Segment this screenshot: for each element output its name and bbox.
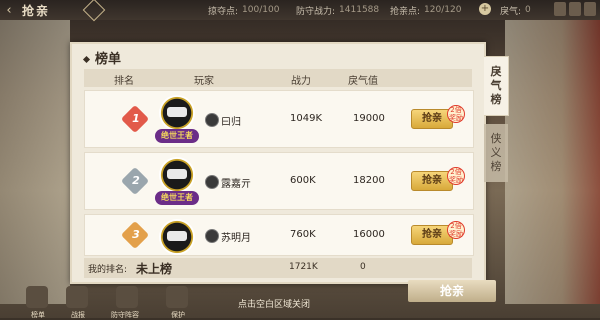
topbar-button[interactable] [584,2,596,16]
page-title: 抢亲 [22,3,51,18]
my-power: 1721K [289,262,318,272]
my-rank-value: 未上榜 [136,262,173,276]
grab-main-button[interactable]: 抢亲 [408,280,496,302]
tab-chivalry[interactable]: 侠义榜 [484,124,508,182]
column-header: 排名 玩家 战力 戾气值 [84,69,472,87]
table-row: 2 绝世王者 露嘉亓 600K 18200 抢亲 2倍奖励 [84,152,474,210]
title-tag: 绝世王者 [155,129,199,143]
bottom-label: 战报 [71,311,85,319]
double-reward-badge: 2倍奖励 [447,221,465,239]
leaderboard-icon[interactable] [26,286,48,308]
col-player: 玩家 [194,76,214,87]
plunder-points: 掠夺点: 100/100 [208,5,280,17]
battle-report-icon[interactable] [66,286,88,308]
topbar-buttons [554,2,596,16]
double-reward-badge: 2倍奖励 [447,167,465,185]
violence-value: 16000 [353,229,385,240]
power-value: 600K [290,175,316,186]
power-value: 1049K [290,113,323,124]
back-icon[interactable]: ‹ [0,0,18,20]
topbar-button[interactable] [554,2,566,16]
background-scroll-left [0,14,70,304]
leaderboard-panel: 榜单 排名 玩家 战力 戾气值 1 绝世王者 曰归 1049K 19000 抢亲… [70,42,486,284]
background-scroll-right [505,14,600,304]
top-bar: ‹ 抢亲 掠夺点: 100/100 防守战力: 1411588 抢亲点: 120/12… [0,0,600,22]
menu-diamond-icon[interactable] [82,0,106,22]
col-rank: 排名 [114,76,134,87]
violence-value: 19000 [353,113,385,124]
title-tag: 绝世王者 [155,191,199,205]
col-power: 战力 [291,76,311,87]
add-points-button[interactable]: + [479,3,491,15]
bottom-label: 榜单 [31,311,45,319]
player-icon [205,229,219,243]
defense-power: 防守战力: 1411588 [296,5,380,17]
table-row: 3 苏明月 760K 16000 抢亲 2倍奖励 [84,214,474,256]
violence-stat: 戾气: 0 [500,5,531,17]
bottom-label: 防守阵容 [111,311,139,319]
grab-points: 抢亲点: 120/120 [390,5,462,17]
double-reward-badge: 2倍奖励 [447,105,465,123]
avatar[interactable] [159,219,195,255]
player-name: 露嘉亓 [221,179,251,190]
close-hint: 点击空白区域关闭 [238,300,311,310]
player-icon [205,113,219,127]
my-rank-bar: 我的排名: 未上榜 1721K 0 [84,258,472,278]
my-violence: 0 [360,262,366,272]
col-violence: 戾气值 [348,76,378,87]
panel-title: 榜单 [82,48,121,67]
bottom-label: 保护 [171,311,185,319]
avatar[interactable] [159,157,195,193]
violence-value: 18200 [353,175,385,186]
avatar[interactable] [159,95,195,131]
my-rank-label: 我的排名: [88,265,128,275]
tab-violence[interactable]: 戾气榜 [484,56,509,116]
power-value: 760K [290,229,316,240]
defense-lineup-icon[interactable] [116,286,138,308]
topbar-button[interactable] [569,2,581,16]
table-row: 1 绝世王者 曰归 1049K 19000 抢亲 2倍奖励 [84,90,474,148]
player-name: 曰归 [221,117,241,128]
protect-icon[interactable] [166,286,188,308]
title-diamond-icon [82,55,91,64]
player-name: 苏明月 [221,233,251,244]
player-icon [205,175,219,189]
